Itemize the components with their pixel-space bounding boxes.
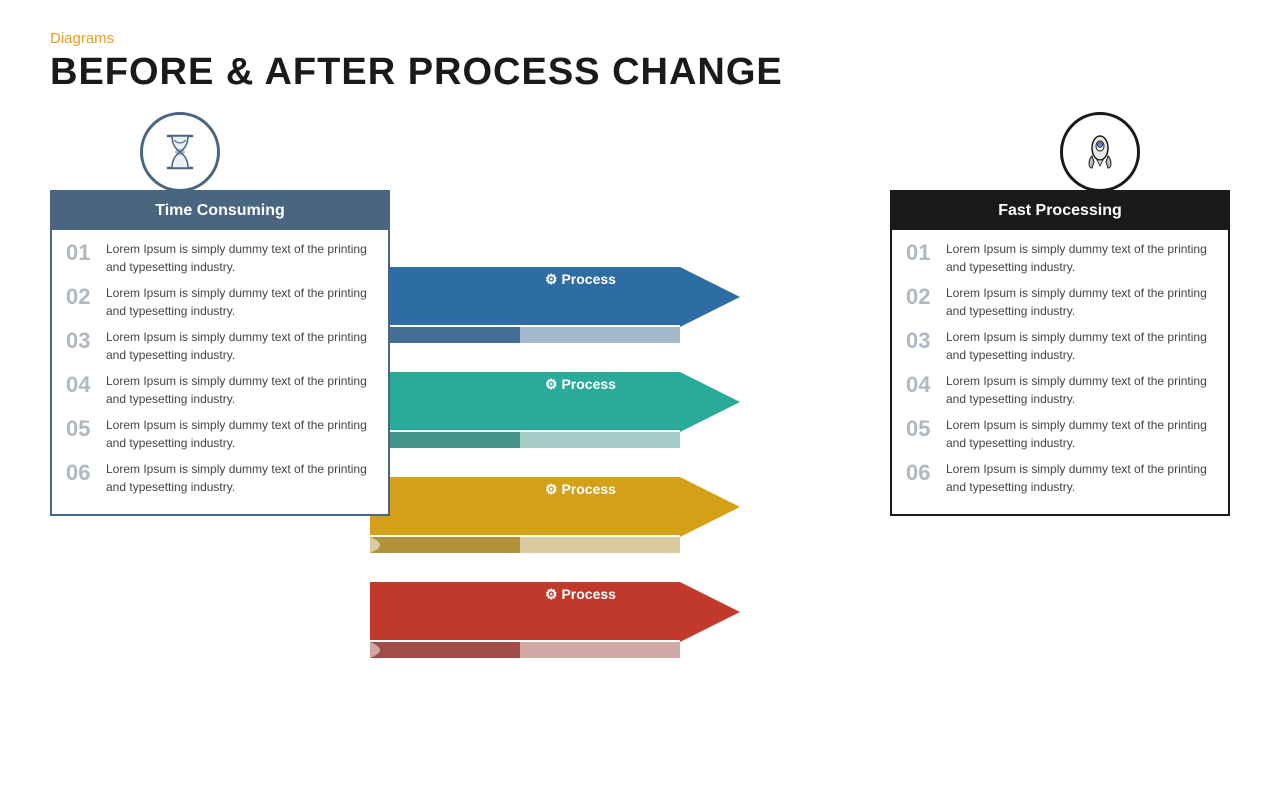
list-number: 01 (906, 240, 936, 266)
list-item: 05 Lorem Ipsum is simply dummy text of t… (906, 416, 1214, 452)
right-box-header: Fast Processing (892, 192, 1228, 230)
list-number: 05 (66, 416, 96, 442)
list-item: 05 Lorem Ipsum is simply dummy text of t… (66, 416, 374, 452)
list-text: Lorem Ipsum is simply dummy text of the … (106, 460, 374, 496)
right-box-body: 01 Lorem Ipsum is simply dummy text of t… (892, 230, 1228, 514)
left-panel: Time Consuming 01 Lorem Ipsum is simply … (50, 112, 390, 516)
list-text: Lorem Ipsum is simply dummy text of the … (106, 240, 374, 276)
list-item: 01 Lorem Ipsum is simply dummy text of t… (66, 240, 374, 276)
page-title: BEFORE & AFTER PROCESS CHANGE (50, 51, 1230, 94)
list-item: 03 Lorem Ipsum is simply dummy text of t… (66, 328, 374, 364)
rocket-icon (1060, 112, 1140, 192)
list-item: 06 Lorem Ipsum is simply dummy text of t… (66, 460, 374, 496)
list-number: 03 (906, 328, 936, 354)
list-text: Lorem Ipsum is simply dummy text of the … (946, 328, 1214, 364)
list-text: Lorem Ipsum is simply dummy text of the … (106, 372, 374, 408)
list-item: 06 Lorem Ipsum is simply dummy text of t… (906, 460, 1214, 496)
list-item: 04 Lorem Ipsum is simply dummy text of t… (906, 372, 1214, 408)
list-number: 06 (66, 460, 96, 486)
process-diagram: ⚙ Process ⚙ Process ⚙ Process ⚙ Process (370, 267, 940, 797)
list-item: 02 Lorem Ipsum is simply dummy text of t… (906, 284, 1214, 320)
process-label-3: ⚙ Process (545, 481, 616, 497)
content-area: Time Consuming 01 Lorem Ipsum is simply … (50, 112, 1230, 642)
process-label-1: ⚙ Process (545, 271, 616, 287)
list-number: 02 (66, 284, 96, 310)
list-text: Lorem Ipsum is simply dummy text of the … (106, 284, 374, 320)
list-number: 06 (906, 460, 936, 486)
svg-text:⚙ Process: ⚙ Process (545, 586, 616, 602)
category-label: Diagrams (50, 30, 1230, 47)
list-text: Lorem Ipsum is simply dummy text of the … (106, 416, 374, 452)
list-number: 01 (66, 240, 96, 266)
list-text: Lorem Ipsum is simply dummy text of the … (946, 284, 1214, 320)
page: Diagrams BEFORE & AFTER PROCESS CHANGE T… (0, 0, 1280, 720)
list-number: 04 (906, 372, 936, 398)
left-box: Time Consuming 01 Lorem Ipsum is simply … (50, 190, 390, 516)
svg-text:⚙ Process: ⚙ Process (545, 271, 616, 287)
right-panel: Fast Processing 01 Lorem Ipsum is simply… (890, 112, 1230, 516)
list-item: 01 Lorem Ipsum is simply dummy text of t… (906, 240, 1214, 276)
list-number: 03 (66, 328, 96, 354)
list-item: 04 Lorem Ipsum is simply dummy text of t… (66, 372, 374, 408)
process-label-2: ⚙ Process (545, 376, 616, 392)
list-number: 02 (906, 284, 936, 310)
list-item: 02 Lorem Ipsum is simply dummy text of t… (66, 284, 374, 320)
left-box-header: Time Consuming (52, 192, 388, 230)
list-text: Lorem Ipsum is simply dummy text of the … (946, 372, 1214, 408)
list-text: Lorem Ipsum is simply dummy text of the … (106, 328, 374, 364)
list-text: Lorem Ipsum is simply dummy text of the … (946, 416, 1214, 452)
list-number: 04 (66, 372, 96, 398)
svg-text:⚙ Process: ⚙ Process (545, 481, 616, 497)
right-box: Fast Processing 01 Lorem Ipsum is simply… (890, 190, 1230, 516)
left-box-body: 01 Lorem Ipsum is simply dummy text of t… (52, 230, 388, 514)
list-number: 05 (906, 416, 936, 442)
process-label-4: ⚙ Process (545, 586, 616, 602)
list-text: Lorem Ipsum is simply dummy text of the … (946, 460, 1214, 496)
hourglass-icon (140, 112, 220, 192)
svg-text:⚙ Process: ⚙ Process (545, 376, 616, 392)
list-item: 03 Lorem Ipsum is simply dummy text of t… (906, 328, 1214, 364)
list-text: Lorem Ipsum is simply dummy text of the … (946, 240, 1214, 276)
